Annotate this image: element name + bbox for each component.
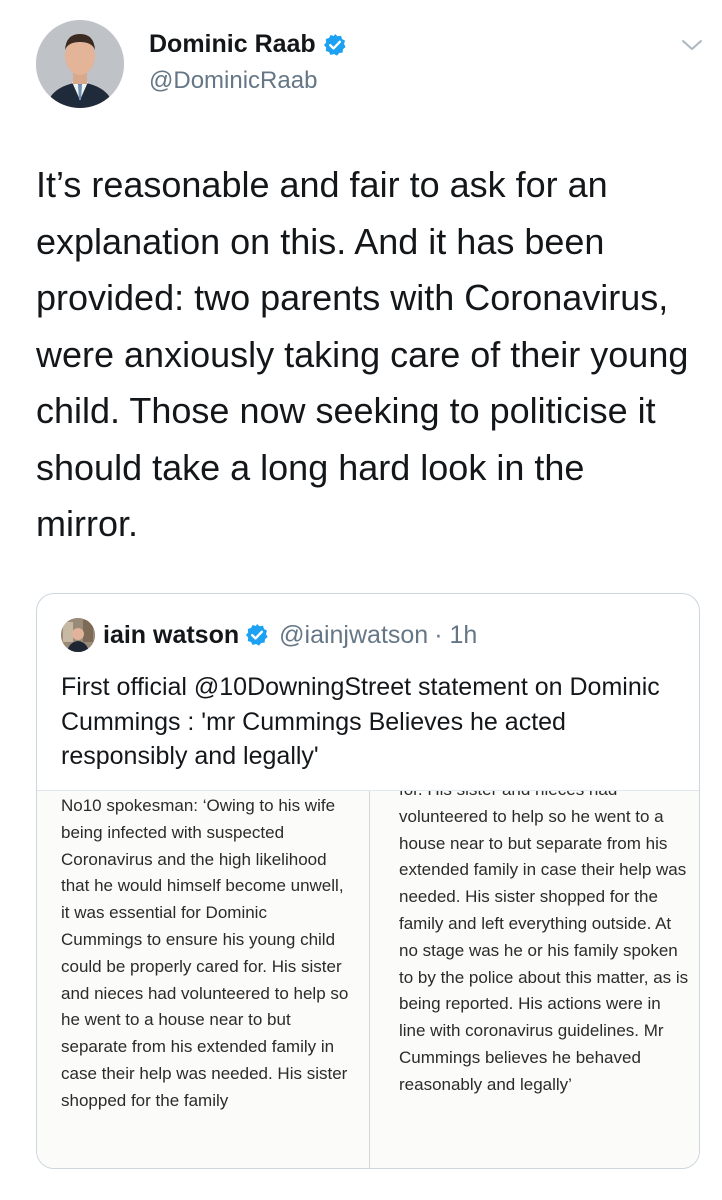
author-display-name[interactable]: Dominic Raab [149, 30, 316, 59]
author-handle[interactable]: @DominicRaab [149, 67, 317, 95]
quoted-avatar[interactable] [61, 618, 95, 652]
statement-right-column: for. His sister and nieces had volunteer… [399, 791, 689, 1094]
quoted-tweet[interactable]: iain watson @iainjwatson · 1h First offi… [36, 593, 700, 1169]
chevron-down-icon[interactable] [680, 36, 704, 54]
avatar[interactable] [36, 20, 124, 108]
image-divider [369, 791, 370, 1168]
author-name-row: Dominic Raab [149, 30, 347, 59]
quoted-display-name[interactable]: iain watson [103, 621, 239, 650]
tweet-text: It’s reasonable and fair to ask for an e… [36, 164, 689, 544]
quoted-timestamp[interactable]: · 1h [434, 621, 477, 650]
quoted-handle[interactable]: @iainjwatson [279, 621, 428, 650]
profile-photo-icon [36, 20, 124, 108]
profile-photo-icon [61, 618, 95, 652]
verified-badge-icon [245, 623, 269, 647]
quoted-statement-image[interactable]: No10 spokesman: ‘Owing to his wife being… [37, 790, 699, 1168]
verified-badge-icon [323, 33, 347, 57]
quoted-tweet-text: First official @10DowningStreet statemen… [61, 673, 660, 770]
quoted-header: iain watson @iainjwatson · 1h [103, 618, 477, 652]
statement-left-column: No10 spokesman: ‘Owing to his wife being… [61, 796, 349, 1110]
